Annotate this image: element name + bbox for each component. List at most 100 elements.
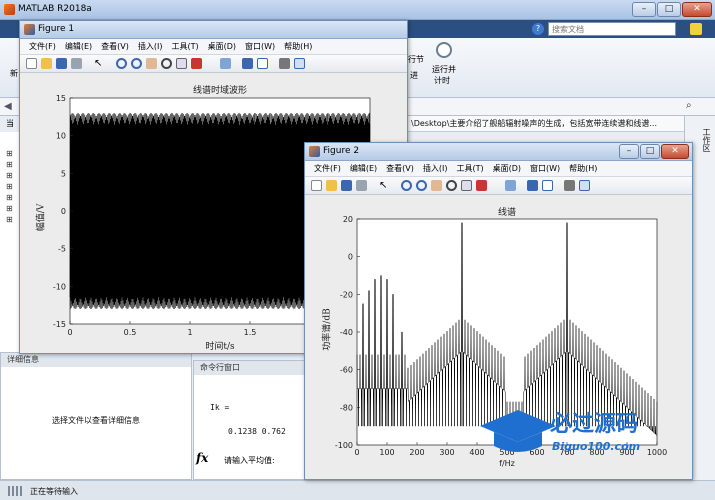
print-icon[interactable]: [356, 180, 367, 191]
figure2-y-tick-label: -40: [340, 328, 353, 337]
zoom-out-icon[interactable]: [416, 180, 427, 191]
cmd-prompt: 请输入平均值:: [224, 456, 275, 465]
back-arrow-icon[interactable]: ◀: [4, 101, 12, 112]
menu-insert[interactable]: 插入(I): [138, 39, 163, 54]
minimize-button[interactable]: –: [632, 2, 656, 17]
figure2-toolbar: ↖: [305, 177, 692, 195]
fig2-minimize-button[interactable]: –: [619, 144, 639, 159]
figure2-y-tick-label: 20: [343, 215, 353, 224]
menu-desktop[interactable]: 桌面(D): [493, 161, 521, 176]
brush-icon[interactable]: [191, 58, 202, 69]
current-folder-label: 当: [6, 119, 14, 128]
rotate-icon[interactable]: [446, 180, 457, 191]
pan-icon[interactable]: [146, 58, 157, 69]
menu-desktop[interactable]: 桌面(D): [208, 39, 236, 54]
colorbar-icon[interactable]: [527, 180, 538, 191]
menu-window[interactable]: 窗口(W): [245, 39, 275, 54]
menu-help[interactable]: 帮助(H): [569, 161, 597, 176]
menu-edit[interactable]: 编辑(E): [350, 161, 377, 176]
status-grip-icon: [8, 486, 22, 496]
menu-window[interactable]: 窗口(W): [530, 161, 560, 176]
show-tools-icon[interactable]: [294, 58, 305, 69]
figure1-title-bar[interactable]: Figure 1: [20, 21, 407, 39]
workspace-label[interactable]: 工作区: [701, 128, 712, 152]
close-button[interactable]: ✕: [682, 2, 712, 17]
open-icon[interactable]: [41, 58, 52, 69]
save-icon[interactable]: [56, 58, 67, 69]
fig2-maximize-button[interactable]: □: [640, 144, 660, 159]
toolstrip-run-section-label[interactable]: 行节: [408, 54, 424, 65]
watermark-url: Biguo100.com: [552, 440, 641, 453]
figure1-menu-bar: 文件(F) 编辑(E) 查看(V) 插入(I) 工具(T) 桌面(D) 窗口(W) 帮助(H): [20, 39, 407, 55]
command-window[interactable]: 命令行窗口 Ik = 0.1238 0.762 fx 请输入平均值:: [193, 360, 311, 480]
tree-expand-icons[interactable]: ⊞ ⊞ ⊞ ⊞ ⊞ ⊞ ⊞: [6, 148, 13, 225]
new-figure-icon[interactable]: [311, 180, 322, 191]
brush-icon[interactable]: [476, 180, 487, 191]
open-icon[interactable]: [326, 180, 337, 191]
link-icon[interactable]: [220, 58, 231, 69]
figure1-x-tick-label: 0: [67, 328, 72, 337]
save-icon[interactable]: [341, 180, 352, 191]
menu-view[interactable]: 查看(V): [386, 161, 414, 176]
figure2-title-bar[interactable]: Figure 2 – □ ✕: [305, 143, 692, 161]
figure1-y-tick-label: -10: [53, 282, 66, 291]
figure2-x-tick-label: 0: [354, 448, 359, 457]
menu-file[interactable]: 文件(F): [314, 161, 341, 176]
menu-file[interactable]: 文件(F): [29, 39, 56, 54]
data-cursor-icon[interactable]: [461, 180, 472, 191]
addr-search-icon[interactable]: ⌕: [686, 100, 692, 111]
menu-edit[interactable]: 编辑(E): [65, 39, 92, 54]
figure1-y-tick-label: 15: [56, 94, 66, 103]
run-and-time-label-1[interactable]: 运行并: [432, 64, 456, 75]
figure2-y-tick-label: -60: [340, 366, 353, 375]
notify-icon[interactable]: [690, 23, 702, 35]
new-figure-icon[interactable]: [26, 58, 37, 69]
figure2-x-tick-label: 300: [439, 448, 454, 457]
hide-tools-icon[interactable]: [564, 180, 575, 191]
watermark-brand: 必过源码: [550, 412, 639, 437]
menu-view[interactable]: 查看(V): [101, 39, 129, 54]
run-and-time-label-2[interactable]: 计时: [434, 75, 450, 86]
figure1-y-tick-label: 5: [61, 169, 66, 178]
zoom-out-icon[interactable]: [131, 58, 142, 69]
figure1-y-tick-label: -15: [53, 320, 66, 329]
pan-icon[interactable]: [431, 180, 442, 191]
graduation-cap-icon: [480, 410, 556, 452]
legend-icon[interactable]: [542, 180, 553, 191]
menu-tools[interactable]: 工具(T): [171, 39, 198, 54]
run-and-time-icon[interactable]: [436, 42, 452, 58]
data-cursor-icon[interactable]: [176, 58, 187, 69]
link-icon[interactable]: [505, 180, 516, 191]
zoom-in-icon[interactable]: [116, 58, 127, 69]
figure2-menu-bar: 文件(F) 编辑(E) 查看(V) 插入(I) 工具(T) 桌面(D) 窗口(W) 帮助(H): [305, 161, 692, 177]
cmd-output-values: 0.1238 0.762: [228, 427, 286, 436]
colorbar-icon[interactable]: [242, 58, 253, 69]
zoom-in-icon[interactable]: [401, 180, 412, 191]
menu-help[interactable]: 帮助(H): [284, 39, 312, 54]
toolstrip-advance-label[interactable]: 进: [410, 70, 418, 81]
figure1-x-tick-label: 0.5: [124, 328, 137, 337]
search-documentation-input[interactable]: [548, 22, 676, 36]
figure-icon: [24, 24, 35, 35]
details-message: 选择文件以查看详细信息: [52, 416, 140, 425]
help-icon[interactable]: ?: [532, 23, 544, 35]
figure1-y-tick-label: 10: [56, 132, 66, 141]
maximize-button[interactable]: □: [657, 2, 681, 17]
show-tools-icon[interactable]: [579, 180, 590, 191]
figure2-x-tick-label: 200: [409, 448, 424, 457]
current-folder-path: \Desktop\主要介绍了舰船辐射噪声的生成，包括宽带连续谱和线谱...: [408, 116, 715, 132]
fig2-close-button[interactable]: ✕: [661, 144, 689, 159]
legend-icon[interactable]: [257, 58, 268, 69]
toolstrip-new-label[interactable]: 新: [10, 68, 18, 79]
rotate-icon[interactable]: [161, 58, 172, 69]
details-header: 详细信息: [1, 353, 191, 367]
hide-tools-icon[interactable]: [279, 58, 290, 69]
matlab-logo-icon: [4, 4, 15, 15]
menu-tools[interactable]: 工具(T): [456, 161, 483, 176]
pointer-icon[interactable]: ↖: [94, 58, 105, 69]
print-icon[interactable]: [71, 58, 82, 69]
fx-icon: fx: [196, 451, 209, 465]
pointer-icon[interactable]: ↖: [379, 180, 390, 191]
figure1-toolbar: ↖: [20, 55, 407, 73]
menu-insert[interactable]: 插入(I): [423, 161, 448, 176]
